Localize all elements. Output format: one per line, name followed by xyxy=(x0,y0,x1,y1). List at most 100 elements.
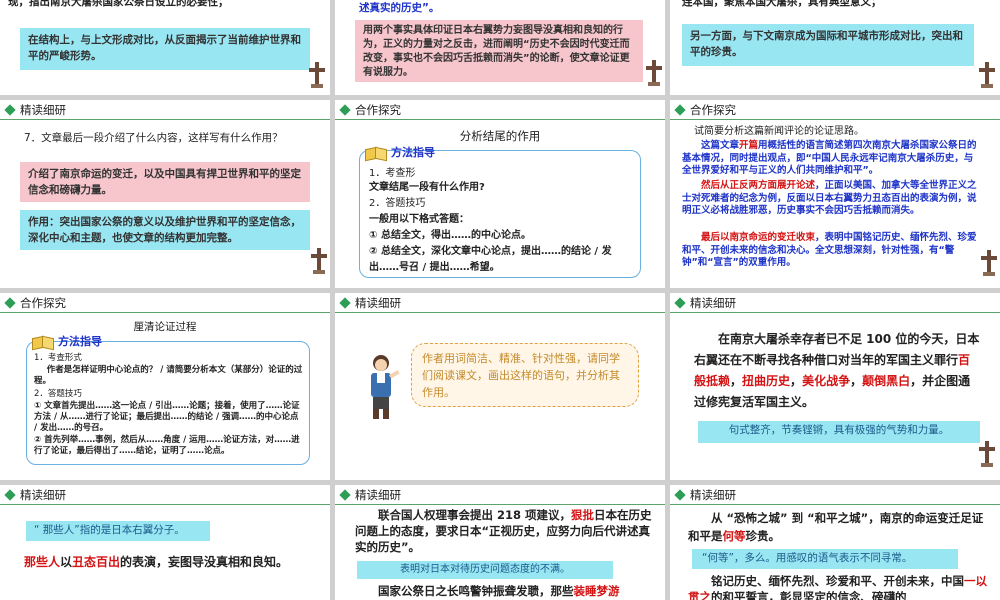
header-divider xyxy=(335,119,665,120)
slide-6-paragraph-3: 最后以南京命运的变迁收束，表明中国铭记历史、缅怀先烈、珍爱和平、开创未来的信念和… xyxy=(682,232,982,270)
highlight: 颠倒黑白 xyxy=(862,374,911,388)
text: 铭记历史、缅怀先烈、珍爱和平、开创未来，中国 xyxy=(711,574,964,588)
slide-header: 合作探究 xyxy=(335,102,401,118)
diamond-bullet-icon xyxy=(339,489,351,501)
prompt-bubble: 作者用词简洁、精准、针对性强，请同学们阅读课文，画出这样的语句，并分析其作用。 xyxy=(411,343,639,407)
slide-12-paragraph: 从 “恐怖之城” 到 “和平之城”，南京的命运变迁足证和平是何等珍贵。 xyxy=(688,509,988,545)
highlight: 狠批 xyxy=(571,508,595,522)
slide-header: 精读细研 xyxy=(670,487,736,503)
text: 的表演，妄图导没真相和良知。 xyxy=(120,555,289,569)
slide-5[interactable]: 合作探究 分析结尾的作用 方法指导 1．考查形 文章结尾一段有什么作用? 2．答… xyxy=(335,100,665,288)
slide-3-top-text: 连本国，聚焦本国大屠杀，具有典型意义； xyxy=(682,0,882,8)
method-line: 2．答题技巧 xyxy=(34,389,82,399)
slide-3-cyan-box: 另一方面，与下文南京成为国际和平城市形成对比，突出和平的珍贵。 xyxy=(682,24,974,66)
slide-11-paragraph: 联合国人权理事会提出 218 项建议，狠批日本在历史问题上的态度，要求日本“正视… xyxy=(355,507,653,555)
highlight: 扭曲历史 xyxy=(742,374,791,388)
slide-4-question: 7．文章最后一段介绍了什么内容，这样写有什么作用？ xyxy=(24,132,283,144)
method-line: 一般用以下格式答题： xyxy=(369,214,469,225)
sep: ， xyxy=(790,374,803,388)
slide-header-text: 精读细研 xyxy=(690,296,736,310)
diamond-bullet-icon xyxy=(4,489,16,501)
slide-header-text: 精读细研 xyxy=(20,103,66,117)
slide-4-pink-box: 介绍了南京命运的变迁，以及中国具有捍卫世界和平的坚定信念和磅礴力量。 xyxy=(20,162,310,202)
slide-6-question: 试简要分析这篇新闻评论的论证思路。 xyxy=(694,126,864,137)
slide-header: 合作探究 xyxy=(670,102,736,118)
text: 联合国人权理事会提出 218 项建议， xyxy=(378,508,572,522)
header-divider xyxy=(670,312,1000,313)
diamond-bullet-icon xyxy=(674,104,686,116)
method-guide-label: 方法指导 xyxy=(58,335,102,348)
method-line: 2．答题技巧 xyxy=(369,198,426,209)
slide-header-text: 精读细研 xyxy=(355,488,401,502)
method-guide-tag: 方法指导 xyxy=(32,333,102,349)
highlight: 装睡梦游 xyxy=(573,584,620,598)
slide-header: 精读细研 xyxy=(0,487,66,503)
slide-11[interactable]: 精读细研 联合国人权理事会提出 218 项建议，狠批日本在历史问题上的态度，要求… xyxy=(335,485,665,600)
method-guide-label: 方法指导 xyxy=(391,146,435,159)
slide-header: 精读细研 xyxy=(670,295,736,311)
diamond-bullet-icon xyxy=(674,489,686,501)
cross-icon xyxy=(645,60,663,86)
method-line: ② 总结全文，深化文章中心论点，提出……的结论 / 发出……号召 / 提出……希… xyxy=(369,246,612,273)
p1-red: 开篇 xyxy=(739,140,759,151)
slide-3[interactable]: 连本国，聚焦本国大屠杀，具有典型意义； 另一方面，与下文南京成为国际和平城市形成… xyxy=(670,0,1000,95)
slide-5-title: 分析结尾的作用 xyxy=(459,129,541,143)
text: 珍贵。 xyxy=(745,529,781,543)
diamond-bullet-icon xyxy=(4,297,16,309)
slide-header-text: 合作探究 xyxy=(355,103,401,117)
slide-7-title: 厘清论证过程 xyxy=(133,321,197,333)
text: 的和平誓言，彰显坚定的信念、磅礴的 xyxy=(711,590,907,600)
slide-header-text: 精读细研 xyxy=(355,296,401,310)
highlight: 丑态百出 xyxy=(72,555,121,569)
slide-header-text: 合作探究 xyxy=(690,103,736,117)
slide-header: 合作探究 xyxy=(0,295,66,311)
header-divider xyxy=(335,312,665,313)
book-icon xyxy=(32,334,54,348)
slide-10[interactable]: 精读细研 “ 那些人”指的是日本右翼分子。 那些人以丑态百出的表演，妄图导没真相… xyxy=(0,485,330,600)
slide-header: 精读细研 xyxy=(335,487,401,503)
text: 在南京大屠杀幸存者已不足 100 位的今天，日本右翼还在不断寻找各种借口对当年的… xyxy=(694,332,980,367)
slide-1-cyan-box: 在结构上，与上文形成对比，从反面揭示了当前维护世界和平的严峻形势。 xyxy=(20,28,310,70)
p1-prefix: 这篇文章 xyxy=(701,140,740,151)
slide-header-text: 精读细研 xyxy=(690,488,736,502)
slide-10-note: “ 那些人”指的是日本右翼分子。 xyxy=(26,521,210,541)
slide-11-note: 表明对日本对待历史问题态度的不满。 xyxy=(357,561,613,579)
slide-12[interactable]: 精读细研 从 “恐怖之城” 到 “和平之城”，南京的命运变迁足证和平是何等珍贵。… xyxy=(670,485,1000,600)
header-divider xyxy=(670,504,1000,505)
text: 以 xyxy=(60,555,73,569)
slide-7[interactable]: 合作探究 厘清论证过程 方法指导 1．考查形式 作者是怎样证明中心论点的？ / … xyxy=(0,293,330,480)
slide-header-text: 合作探究 xyxy=(20,296,66,310)
teacher-illustration-icon xyxy=(371,355,400,419)
slide-2-pink-box: 用两个事实具体印证日本右翼势力妄图导没真相和良知的行为，正义的力量对之反击，进而… xyxy=(355,20,643,82)
slide-9-note: 句式整齐，节奏铿锵，具有极强的气势和力量。 xyxy=(698,421,980,443)
p2-red: 然后从正反两方面展开论述 xyxy=(701,180,816,191)
method-line: 作者是怎样证明中心论点的？ / 请简要分析本文（某部分）论证的过程。 xyxy=(34,365,303,386)
diamond-bullet-icon xyxy=(674,297,686,309)
book-icon xyxy=(365,145,387,159)
slide-1-top-text: 现，指出南京大屠杀国家公祭日设立的必要性； xyxy=(8,0,229,8)
slide-6-paragraph-1: 这篇文章开篇用概括性的语言简述第四次南京大屠杀国家公祭日的基本情况，同时提出观点… xyxy=(682,140,982,178)
method-line: 1．考查形式 xyxy=(34,353,82,363)
slide-header-text: 精读细研 xyxy=(20,488,66,502)
slide-6[interactable]: 合作探究 试简要分析这篇新闻评论的论证思路。 这篇文章开篇用概括性的语言简述第四… xyxy=(670,100,1000,288)
slide-12-paragraph-2: 铭记历史、缅怀先烈、珍爱和平、开创未来，中国一以贯之的和平誓言，彰显坚定的信念、… xyxy=(688,573,988,600)
slide-4[interactable]: 精读细研 7．文章最后一段介绍了什么内容，这样写有什么作用？ 介绍了南京命运的变… xyxy=(0,100,330,288)
slide-2[interactable]: 述真实的历史”。 用两个事实具体印证日本右翼势力妄图导没真相和良知的行为，正义的… xyxy=(335,0,665,95)
header-divider xyxy=(0,312,330,313)
highlight: 美化战争 xyxy=(802,374,851,388)
slide-1[interactable]: 现，指出南京大屠杀国家公祭日设立的必要性； 在结构上，与上文形成对比，从反面揭示… xyxy=(0,0,330,95)
p3-red: 最后以南京命运的变迁收束 xyxy=(701,232,816,243)
highlight: 那些人 xyxy=(24,555,61,569)
cross-icon xyxy=(978,62,996,88)
text: 国家公祭日之长鸣警钟振聋发聩，那些 xyxy=(378,584,574,598)
method-line: ① 文章首先提出……这一论点 / 引出……论题；接着，使用了……论证方法 / 从… xyxy=(34,401,300,433)
slide-11-paragraph-2: 国家公祭日之长鸣警钟振聋发聩，那些装睡梦游 xyxy=(355,583,653,599)
slide-header: 精读细研 xyxy=(0,102,66,118)
highlight: 何等 xyxy=(722,529,746,543)
slide-8[interactable]: 精读细研 作者用词简洁、精准、针对性强，请同学们阅读课文，画出这样的语句，并分析… xyxy=(335,293,665,480)
slide-2-top-text: 述真实的历史”。 xyxy=(359,2,440,14)
header-divider xyxy=(0,119,330,120)
header-divider xyxy=(335,504,665,505)
slide-header: 精读细研 xyxy=(335,295,401,311)
slide-9[interactable]: 精读细研 在南京大屠杀幸存者已不足 100 位的今天，日本右翼还在不断寻找各种借… xyxy=(670,293,1000,480)
